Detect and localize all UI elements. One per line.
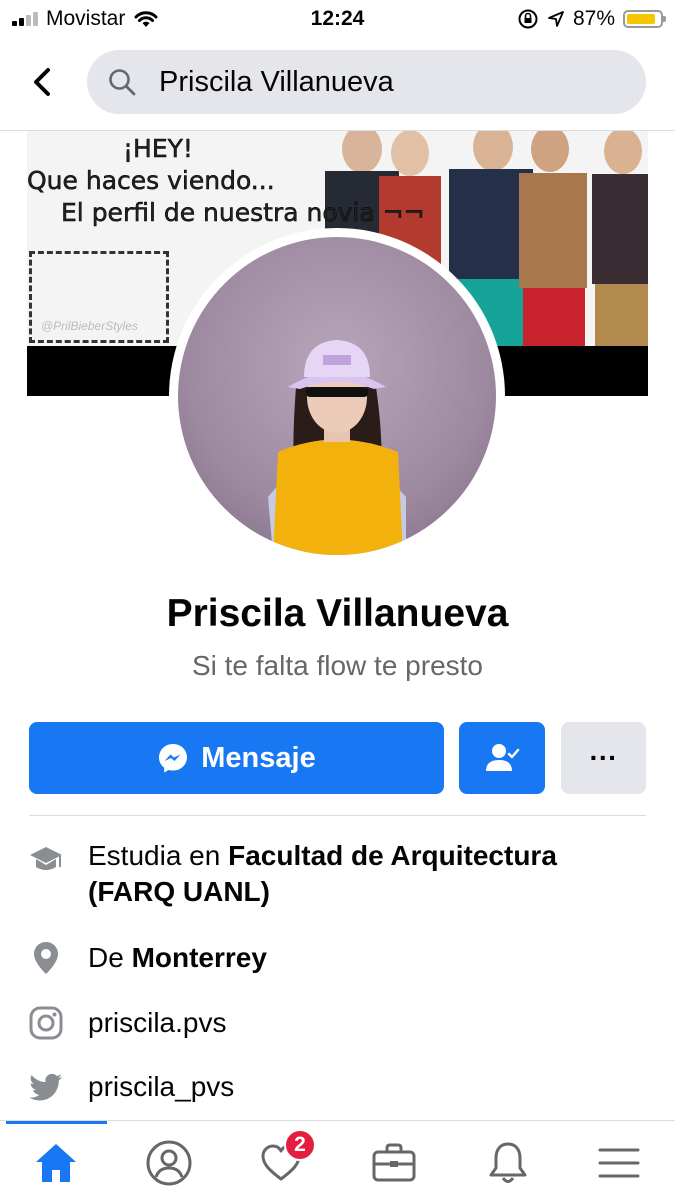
cover-caption-line: Que haces viendo... bbox=[27, 166, 275, 196]
nav-bar: Priscila Villanueva bbox=[0, 40, 675, 131]
instagram-icon bbox=[29, 1006, 63, 1040]
search-query: Priscila Villanueva bbox=[159, 65, 394, 98]
status-right: 87% bbox=[517, 7, 666, 31]
tab-profile[interactable] bbox=[139, 1135, 199, 1191]
back-button[interactable] bbox=[24, 62, 64, 102]
location-pin-icon bbox=[34, 942, 58, 974]
twitter-icon bbox=[29, 1073, 62, 1101]
friend-check-icon bbox=[486, 744, 520, 771]
info-hometown-text: De Monterrey bbox=[88, 940, 648, 976]
more-options-button[interactable]: ··· bbox=[561, 722, 646, 794]
education-prefix: Estudia en bbox=[88, 840, 229, 871]
graduation-cap-icon bbox=[30, 847, 62, 870]
avatar[interactable] bbox=[178, 237, 496, 555]
avatar-illustration bbox=[268, 340, 406, 555]
messenger-icon bbox=[159, 744, 188, 773]
profile-bio: Si te falta flow te presto bbox=[191, 650, 484, 681]
hometown-prefix: De bbox=[88, 942, 132, 973]
battery-icon bbox=[623, 10, 666, 28]
briefcase-icon bbox=[372, 1143, 416, 1182]
location-icon bbox=[548, 11, 564, 27]
notification-badge: 2 bbox=[284, 1129, 316, 1161]
home-icon bbox=[36, 1144, 76, 1182]
hamburger-menu-icon bbox=[598, 1148, 640, 1178]
cover-watermark: @PrilBieberStyles bbox=[41, 319, 138, 333]
rotation-lock-icon bbox=[518, 9, 538, 29]
battery-percent: 87% bbox=[572, 7, 615, 30]
search-input[interactable]: Priscila Villanueva bbox=[87, 50, 646, 114]
tab-notifications[interactable] bbox=[478, 1135, 538, 1191]
cover-caption-line: El perfil de nuestra novia ¬¬ bbox=[61, 198, 425, 228]
profile-name: Priscila Villanueva bbox=[166, 592, 509, 635]
cover-caption: ¡HEY! Que haces viendo... El perfil de n… bbox=[27, 133, 425, 229]
tab-menu[interactable] bbox=[589, 1135, 649, 1191]
cover-caption-line: ¡HEY! bbox=[123, 134, 193, 164]
bell-icon bbox=[489, 1142, 527, 1183]
divider bbox=[29, 815, 646, 816]
more-options-label: ··· bbox=[589, 742, 618, 773]
search-icon bbox=[109, 69, 136, 96]
friends-button[interactable] bbox=[459, 722, 545, 794]
message-button[interactable]: Mensaje bbox=[29, 722, 444, 794]
tab-home[interactable] bbox=[26, 1135, 86, 1191]
tab-jobs[interactable] bbox=[364, 1135, 424, 1191]
info-education-text: Estudia en Facultad de Arquitectura (FAR… bbox=[88, 838, 648, 910]
chevron-left-icon bbox=[34, 68, 50, 96]
twitter-handle: priscila_pvs bbox=[88, 1071, 235, 1102]
instagram-handle: priscila.pvs bbox=[88, 1007, 227, 1038]
bottom-tab-bar: 2 bbox=[0, 1120, 675, 1201]
profile-icon bbox=[146, 1140, 192, 1186]
status-bar: Movistar 12:24 87% bbox=[0, 0, 675, 38]
active-tab-indicator bbox=[6, 1121, 107, 1124]
hometown-name: Monterrey bbox=[131, 942, 267, 973]
message-button-label: Mensaje bbox=[201, 741, 316, 774]
